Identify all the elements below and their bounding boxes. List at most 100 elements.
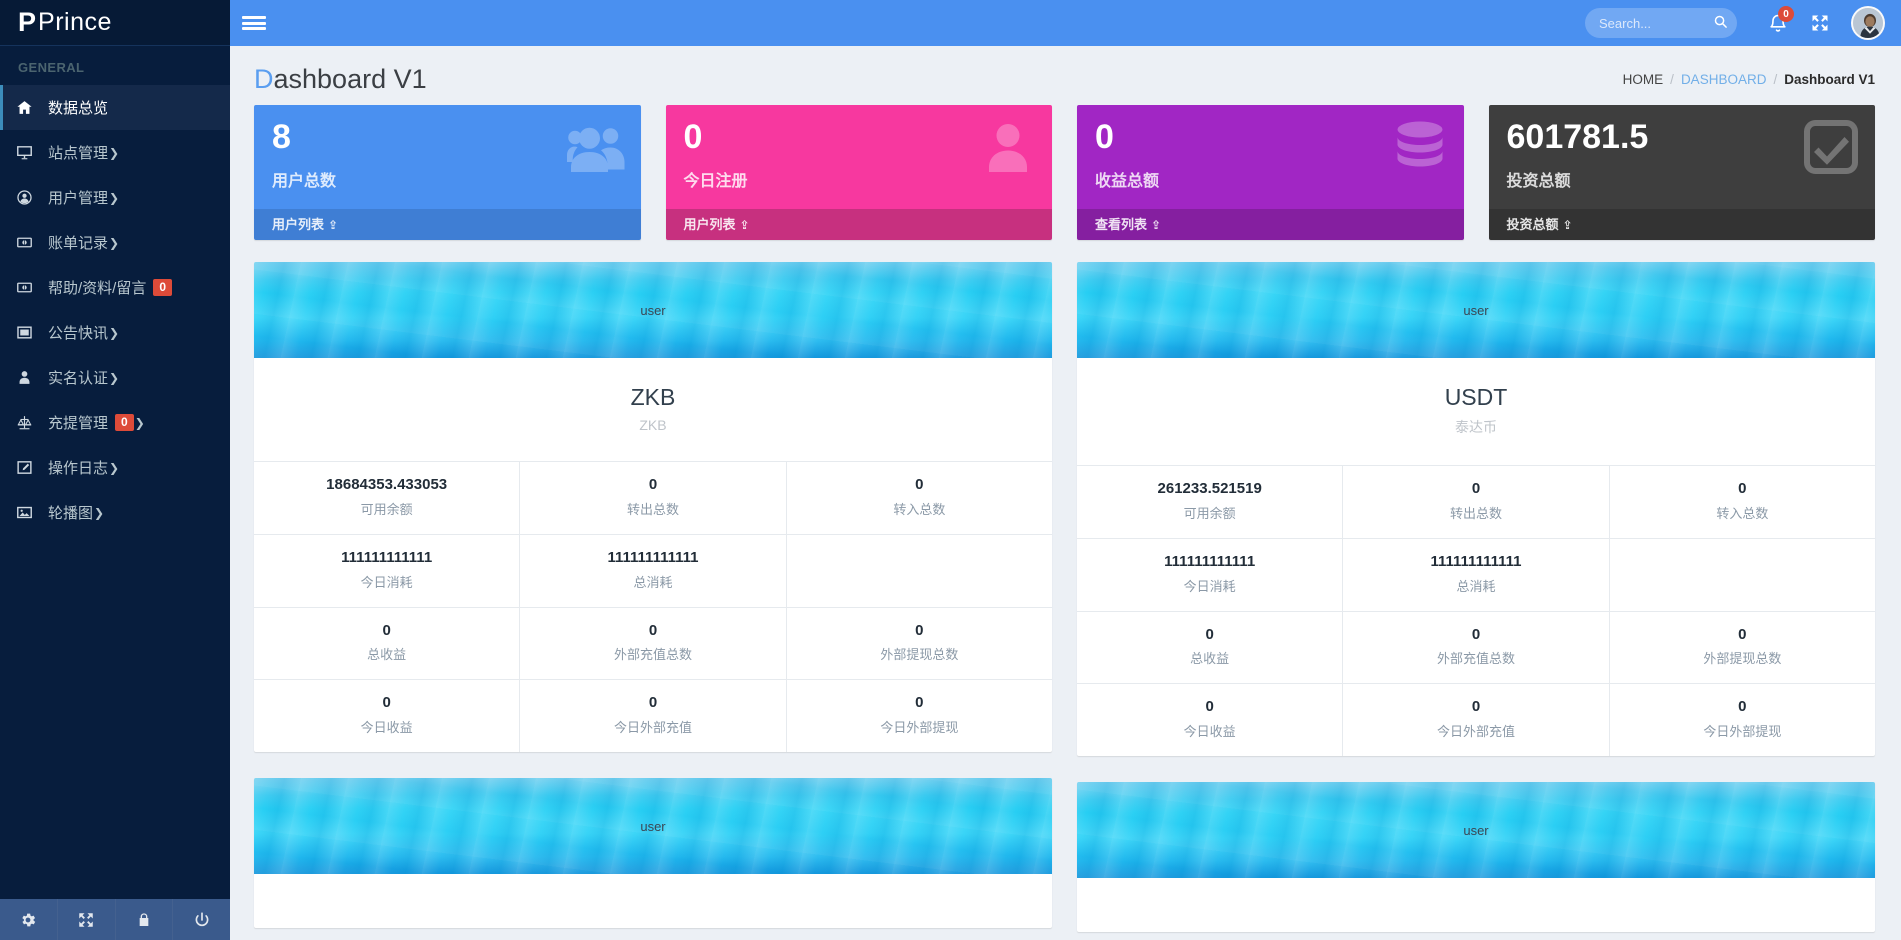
sidebar-item-2[interactable]: 站点管理 ❯: [0, 130, 230, 175]
fullscreen-toggle[interactable]: [1801, 0, 1839, 46]
stat-card-footer-label: 查看列表: [1095, 217, 1148, 232]
panel-stat-value: 0: [382, 694, 391, 712]
sidebar-item-9[interactable]: 操作日志 ❯: [0, 445, 230, 490]
brand-name: Prince: [38, 8, 112, 36]
search-box[interactable]: [1585, 8, 1737, 38]
stat-card-footer-link[interactable]: 投资总额 ⇪: [1488, 209, 1875, 240]
panel-banner: user: [254, 262, 1052, 358]
user-icon: [989, 124, 1027, 172]
sidebar-item-label: 数据总览: [48, 100, 109, 117]
breadcrumb: HOME / DASHBOARD / Dashboard V1: [1623, 72, 1875, 87]
panel-stat-label: 外部充值总数: [613, 647, 692, 663]
hamburger-icon[interactable]: [230, 0, 278, 46]
panel-stat-label: 可用余额: [360, 501, 413, 517]
stat-card-footer-label: 用户列表: [272, 217, 325, 232]
stat-card-footer-link[interactable]: 查看列表 ⇪: [1077, 209, 1464, 240]
user-avatar-image: [1853, 8, 1883, 38]
brand-logo-mark: P: [18, 7, 36, 37]
check-square-icon: [1801, 117, 1861, 182]
user-circle-icon: [17, 190, 32, 205]
panel-stat-cell: 0 外部提现总数: [787, 608, 1052, 680]
sidebar-item-label: 账单记录: [48, 235, 109, 252]
check-square-icon: [1804, 120, 1859, 175]
content-header: Dashboard V1 HOME / DASHBOARD / Dashboard V1: [230, 46, 1901, 105]
search-icon[interactable]: [1713, 14, 1728, 34]
sidebar-footer: [0, 899, 230, 940]
panel-stat-value: 0: [1738, 698, 1747, 716]
panel-banner: user: [254, 778, 1052, 874]
panel-banner-alt: user: [1463, 302, 1489, 318]
power-icon[interactable]: [173, 899, 230, 940]
hamburger-bar: [242, 21, 266, 25]
chevron-right-icon: ❯: [109, 370, 120, 385]
panel-stat-label: 总消耗: [1456, 578, 1496, 594]
sidebar-item-1[interactable]: 数据总览: [0, 85, 230, 130]
sidebar-item-7[interactable]: 实名认证 ❯: [0, 355, 230, 400]
expand-icon[interactable]: [58, 899, 116, 940]
sidebar-section-header: GENERAL: [18, 60, 85, 75]
panel-stat-cell: 0 今日收益: [1077, 684, 1344, 756]
panel-heading: [1077, 878, 1875, 932]
panel-stat-label: 总消耗: [633, 574, 673, 590]
stat-card-footer-label: 投资总额: [1506, 217, 1559, 232]
gear-icon[interactable]: [0, 899, 58, 940]
window-icon: [16, 324, 44, 341]
chevron-right-icon: ❯: [109, 190, 120, 205]
stat-card-footer-link[interactable]: 用户列表 ⇪: [665, 209, 1052, 240]
panel-stat-cell: [787, 535, 1052, 607]
panel-stat-label: 今日外部提现: [880, 720, 959, 735]
sidebar-item-label: 充提管理: [48, 415, 109, 432]
panel-stat-cell: 111111111111 今日消耗: [1077, 538, 1344, 611]
panel-stat-cell: 0 今日外部提现: [1610, 684, 1875, 756]
panel-stat-value: 0: [648, 476, 658, 493]
panel-title: ZKB: [630, 384, 676, 410]
panel-stat-label: 今日消耗: [360, 574, 413, 590]
breadcrumb-separator: /: [1773, 72, 1778, 87]
panel-stat-label: 外部提现总数: [880, 647, 959, 663]
sidebar-item-4[interactable]: 账单记录 ❯: [0, 220, 230, 265]
panel-stat-row: 111111111111 今日消耗 111111111111 总消耗: [254, 533, 1052, 607]
lock-icon[interactable]: [116, 899, 174, 940]
edit-icon: [17, 461, 32, 474]
panel-stat-cell: 0 外部提现总数: [1610, 612, 1875, 684]
home-icon: [16, 99, 44, 116]
edit-icon: [16, 459, 44, 476]
stat-card-body: 8 用户总数: [254, 105, 641, 209]
stat-card-1: 8 用户总数 用户列表 ⇪: [254, 105, 641, 240]
sidebar-item-8[interactable]: 充提管理 0 ❯: [0, 400, 230, 445]
sidebar-item-label: 实名认证: [48, 370, 109, 387]
database-icon: [1397, 121, 1442, 167]
panel-stat-cell: 0 总收益: [1077, 611, 1344, 684]
panel-stat-value: 0: [1738, 480, 1747, 497]
circle-arrow-right-icon: ⇪: [1562, 218, 1573, 232]
sidebar-item-6[interactable]: 公告快讯 ❯: [0, 310, 230, 355]
currency-panel-1: user ZKB ZKB 18684353.433053 可用余额 0 转出总数 0 转入总数 1…: [254, 262, 1052, 752]
breadcrumb-item-2[interactable]: DASHBOARD: [1681, 72, 1767, 87]
panel-banner: user: [1077, 262, 1875, 358]
panel-stat-label: 外部提现总数: [1703, 651, 1782, 667]
panel-stat-label: 转入总数: [893, 501, 946, 517]
panel-heading: USDT 泰达币: [1077, 358, 1875, 465]
panel-column-left: user ZKB ZKB 18684353.433053 可用余额 0 转出总数 0 转入总数 1…: [254, 262, 1052, 932]
avatar[interactable]: [1851, 6, 1885, 40]
sidebar-item-10[interactable]: 轮播图 ❯: [0, 490, 230, 535]
breadcrumb-item-1[interactable]: HOME: [1623, 72, 1664, 87]
panel-stat-cell: 0 转入总数: [787, 462, 1052, 534]
brand-logo[interactable]: P Prince: [0, 0, 230, 46]
panel-stat-cell: 0 今日外部充值: [1343, 684, 1610, 756]
stat-card-3: 0 收益总额 查看列表 ⇪: [1077, 105, 1464, 240]
panel-stat-value: 0: [648, 621, 658, 639]
balance-scale-icon: [16, 414, 44, 431]
notifications-bell[interactable]: 0: [1759, 0, 1797, 46]
sidebar-item-badge: 0: [153, 279, 173, 296]
sidebar-item-3[interactable]: 用户管理 ❯: [0, 175, 230, 220]
sidebar-item-5[interactable]: 帮助/资料/留言 0: [0, 265, 230, 310]
panel-stat-label: 转出总数: [626, 501, 679, 517]
stat-card-footer-link[interactable]: 用户列表 ⇪: [254, 209, 641, 240]
panel-stat-cell: 0 转出总数: [1343, 466, 1610, 538]
panel-stat-value: 111111111111: [607, 548, 699, 566]
panel-stat-label: 今日收益: [360, 720, 413, 735]
stat-card-body: 0 收益总额: [1077, 105, 1464, 209]
chevron-right-icon: ❯: [109, 325, 120, 340]
panel-stat-cell: 0 总收益: [254, 607, 521, 680]
